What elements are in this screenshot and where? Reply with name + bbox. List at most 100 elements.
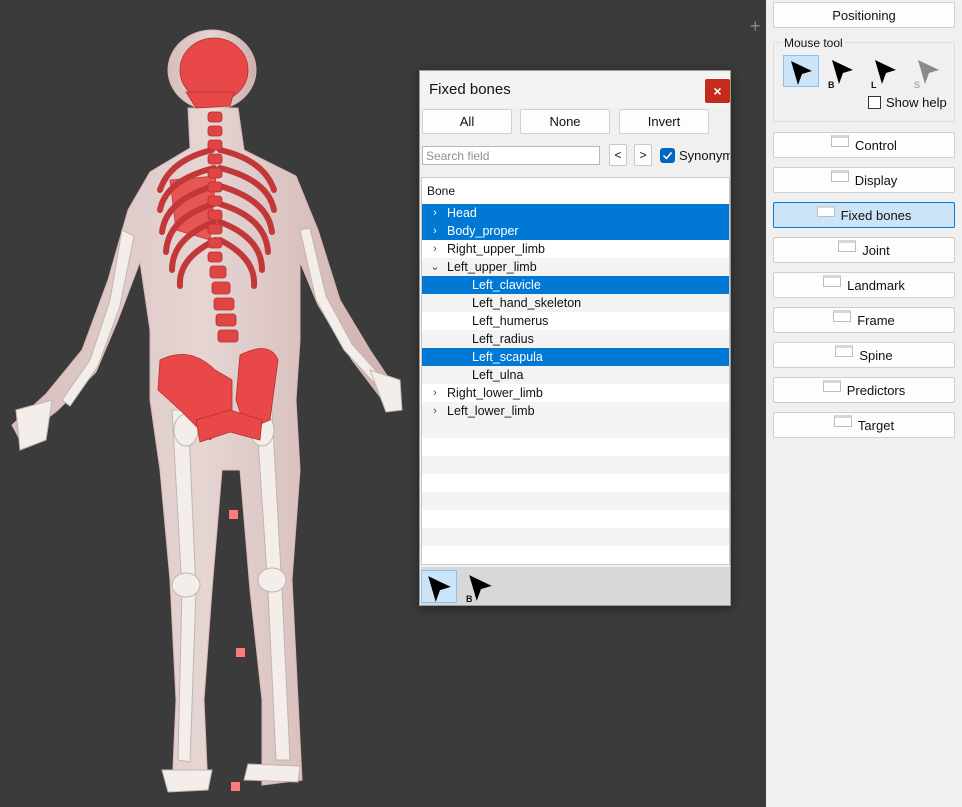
joint-button[interactable]: Joint: [773, 237, 955, 263]
search-input[interactable]: [422, 146, 600, 165]
cursor-icon: [791, 61, 812, 85]
tree-row-label: Right_upper_limb: [447, 242, 545, 256]
close-icon: ×: [713, 83, 722, 99]
control-button[interactable]: Control: [773, 132, 955, 158]
positioning-button[interactable]: Positioning: [773, 2, 955, 28]
mouse-tool-group: Mouse tool B L S Show help: [773, 36, 955, 122]
window-icon: [830, 170, 849, 182]
tree-row[interactable]: Left_ulna: [422, 366, 729, 384]
chevron-right-icon[interactable]: ›: [430, 384, 440, 402]
mouse-tool-s-button[interactable]: S: [911, 55, 947, 90]
mouse-tool-label: Mouse tool: [782, 36, 845, 50]
tree-row-label: Left_radius: [472, 332, 534, 346]
tree-row[interactable]: Left_clavicle: [422, 276, 729, 294]
right-panel: Positioning Mouse tool B L S Show help C…: [766, 0, 962, 807]
mouse-tool-b-button[interactable]: B: [825, 55, 861, 90]
search-next-button[interactable]: >: [634, 144, 652, 166]
empty-row: [422, 438, 729, 456]
display-label: Display: [854, 172, 898, 188]
chevron-down-icon[interactable]: ⌄: [430, 258, 440, 276]
show-help-checkbox[interactable]: Show help: [868, 95, 947, 110]
tree-row[interactable]: Left_radius: [422, 330, 729, 348]
dialog-titlebar[interactable]: Fixed bones ×: [420, 71, 730, 107]
window-icon: [831, 135, 850, 147]
synonyms-checkbox[interactable]: Synonyms: [660, 148, 730, 163]
predictors-label: Predictors: [846, 382, 906, 398]
tree-row-label: Body_proper: [447, 224, 519, 238]
mouse-tool-l-button[interactable]: L: [868, 55, 904, 90]
tree-row-label: Head: [447, 206, 477, 220]
fixed-bones-label: Fixed bones: [840, 207, 912, 223]
tree-row[interactable]: › Left_lower_limb: [422, 402, 729, 420]
tree-row-label: Left_scapula: [472, 350, 543, 364]
spine-button[interactable]: Spine: [773, 342, 955, 368]
bone-tree[interactable]: Bone › Head › Body_proper › Right_upper_limb ⌄…: [421, 177, 730, 565]
frame-button[interactable]: Frame: [773, 307, 955, 333]
mouse-tool-select-button[interactable]: [783, 55, 819, 87]
dialog-select-tool-button[interactable]: [421, 570, 457, 603]
landmark-label: Landmark: [847, 277, 905, 293]
chevron-right-icon[interactable]: ›: [430, 222, 440, 240]
tree-row[interactable]: Left_scapula: [422, 348, 729, 366]
tree-header: Bone: [422, 178, 729, 204]
prev-label: <: [614, 148, 622, 162]
joint-label: Joint: [862, 242, 890, 258]
tree-row-label: Right_lower_limb: [447, 386, 543, 400]
window-icon: [816, 205, 835, 217]
tree-row[interactable]: ⌄ Left_upper_limb: [422, 258, 729, 276]
tree-rows: › Head › Body_proper › Right_upper_limb ⌄ Left_…: [422, 204, 729, 564]
control-label: Control: [855, 137, 897, 153]
predictors-button[interactable]: Predictors: [773, 377, 955, 403]
show-help-label: Show help: [886, 95, 947, 110]
all-label: All: [459, 114, 475, 129]
checkmark-icon[interactable]: [660, 148, 675, 163]
synonyms-label: Synonyms: [679, 148, 730, 163]
chevron-right-icon[interactable]: ›: [430, 204, 440, 222]
chevron-right-icon[interactable]: ›: [430, 240, 440, 258]
empty-row: [422, 492, 729, 510]
next-label: >: [639, 148, 647, 162]
invert-selection-button[interactable]: Invert: [619, 109, 709, 134]
frame-label: Frame: [857, 312, 895, 328]
window-icon: [822, 380, 841, 392]
window-icon: [833, 415, 852, 427]
target-button[interactable]: Target: [773, 412, 955, 438]
tree-row-label: Left_clavicle: [472, 278, 541, 292]
select-all-button[interactable]: All: [422, 109, 512, 134]
empty-row: [422, 510, 729, 528]
mouse-tool-l-sub: L: [871, 80, 877, 90]
tree-row[interactable]: Left_humerus: [422, 312, 729, 330]
window-icon: [823, 275, 842, 287]
tree-row-label: Left_lower_limb: [447, 404, 535, 418]
mouse-tool-s-sub: S: [914, 80, 921, 90]
tree-row[interactable]: › Right_lower_limb: [422, 384, 729, 402]
select-none-button[interactable]: None: [520, 109, 610, 134]
chevron-right-icon[interactable]: ›: [430, 402, 440, 420]
close-button[interactable]: ×: [705, 79, 730, 103]
viewport-plus-icon: +: [750, 16, 761, 36]
tree-row[interactable]: › Body_proper: [422, 222, 729, 240]
display-button[interactable]: Display: [773, 167, 955, 193]
tree-row[interactable]: Left_hand_skeleton: [422, 294, 729, 312]
invert-label: Invert: [647, 114, 681, 129]
dialog-toolbar: B: [421, 567, 730, 605]
show-help-box[interactable]: [868, 96, 881, 109]
landmark-button[interactable]: Landmark: [773, 272, 955, 298]
window-icon: [833, 310, 852, 322]
window-icon: [838, 240, 857, 252]
search-prev-button[interactable]: <: [609, 144, 627, 166]
landmark-markers: [229, 510, 245, 791]
tree-row-label: Left_ulna: [472, 368, 524, 382]
tree-row-label: Left_hand_skeleton: [472, 296, 582, 310]
spine-label: Spine: [859, 347, 893, 363]
fixed-bones-button[interactable]: Fixed bones: [773, 202, 955, 228]
tree-row[interactable]: › Right_upper_limb: [422, 240, 729, 258]
tree-row-label: Left_humerus: [472, 314, 549, 328]
empty-row: [422, 528, 729, 546]
tree-row-label: Left_upper_limb: [447, 260, 537, 274]
none-label: None: [549, 114, 581, 129]
dialog-b-tool-button[interactable]: B: [463, 570, 499, 604]
tree-row[interactable]: › Head: [422, 204, 729, 222]
empty-row: [422, 420, 729, 438]
dialog-title: Fixed bones: [429, 81, 511, 98]
